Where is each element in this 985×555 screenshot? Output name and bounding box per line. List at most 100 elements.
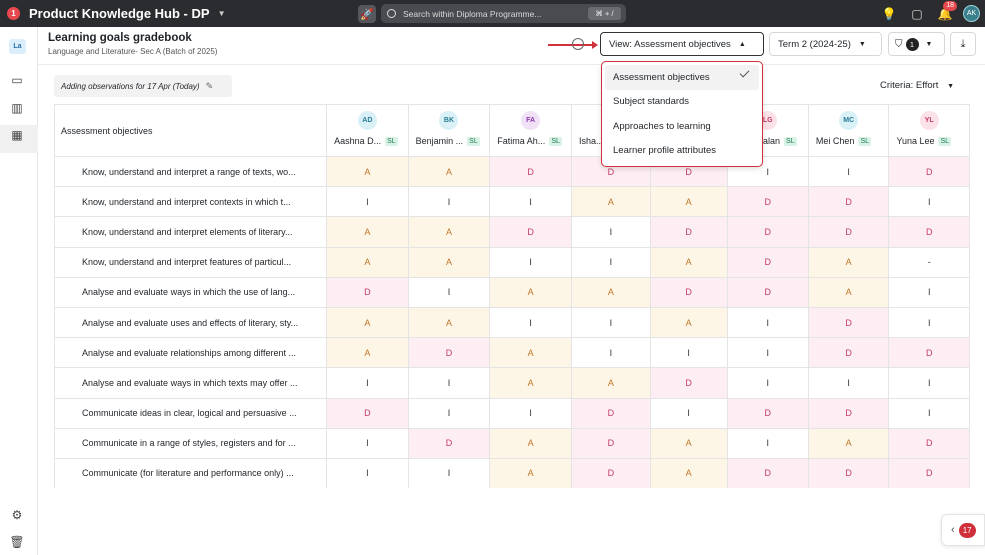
student-column-header[interactable]: AD Aashna D... SL bbox=[326, 104, 409, 157]
grade-cell[interactable]: I bbox=[489, 397, 572, 429]
grade-cell[interactable]: D bbox=[726, 276, 809, 308]
grade-cell[interactable]: I bbox=[888, 186, 970, 218]
grade-cell[interactable]: I bbox=[888, 276, 970, 308]
download-button[interactable]: ⤓ bbox=[950, 32, 976, 56]
lightbulb-icon[interactable]: 💡 bbox=[877, 0, 901, 27]
grade-cell[interactable]: I bbox=[726, 306, 809, 339]
grade-cell[interactable]: I bbox=[326, 367, 409, 399]
grade-cell[interactable]: D bbox=[807, 397, 890, 429]
grade-cell[interactable]: D bbox=[807, 337, 890, 369]
grade-cell[interactable]: D bbox=[888, 457, 970, 488]
grade-cell[interactable]: A bbox=[326, 155, 409, 188]
grade-cell[interactable]: I bbox=[570, 246, 651, 278]
avatar[interactable]: AK bbox=[963, 5, 980, 22]
view-dropdown-button[interactable]: View: Assessment objectives ▲ bbox=[600, 32, 764, 56]
grade-cell[interactable]: I bbox=[807, 367, 890, 399]
calendar-icon[interactable]: ▢ bbox=[905, 0, 929, 27]
grade-cell[interactable]: D bbox=[807, 186, 890, 218]
grade-cell[interactable]: A bbox=[807, 276, 890, 308]
grade-cell[interactable]: D bbox=[888, 216, 970, 248]
grade-cell[interactable]: D bbox=[888, 337, 970, 369]
gradebook-icon[interactable]: ▦ bbox=[9, 127, 25, 143]
grade-cell[interactable]: A bbox=[326, 216, 409, 248]
student-column-header[interactable]: MC Mei Chen SL bbox=[807, 104, 890, 157]
grade-cell[interactable]: A bbox=[407, 155, 491, 188]
view-menu-item[interactable]: Assessment objectives bbox=[605, 65, 759, 90]
grade-cell[interactable]: I bbox=[326, 457, 409, 488]
sidebar-class-badge[interactable]: La bbox=[9, 39, 26, 54]
grade-cell[interactable]: I bbox=[407, 457, 491, 488]
grade-cell[interactable]: A bbox=[649, 457, 728, 488]
grade-cell[interactable]: D bbox=[649, 367, 728, 399]
grade-cell[interactable]: I bbox=[407, 367, 491, 399]
grade-cell[interactable]: A bbox=[326, 306, 409, 339]
grade-cell[interactable]: D bbox=[407, 427, 491, 459]
grade-cell[interactable]: D bbox=[326, 397, 409, 429]
grade-cell[interactable]: D bbox=[807, 457, 890, 488]
grade-cell[interactable]: I bbox=[489, 186, 572, 218]
chevron-down-icon[interactable]: ▼ bbox=[218, 9, 226, 18]
grade-cell[interactable]: I bbox=[888, 306, 970, 339]
grade-cell[interactable]: A bbox=[570, 186, 651, 218]
grade-cell[interactable]: I bbox=[570, 306, 651, 339]
grade-cell[interactable]: D bbox=[489, 155, 572, 188]
grade-cell[interactable]: D bbox=[726, 397, 809, 429]
gear-icon[interactable]: ⚙ bbox=[9, 507, 25, 523]
term-dropdown-button[interactable]: Term 2 (2024-25) ▼ bbox=[769, 32, 882, 56]
grade-cell[interactable]: D bbox=[326, 276, 409, 308]
grade-cell[interactable]: I bbox=[407, 397, 491, 429]
grade-cell[interactable]: D bbox=[570, 457, 651, 488]
grade-cell[interactable]: A bbox=[570, 276, 651, 308]
criteria-dropdown[interactable]: Criteria: Effort ▼ bbox=[880, 80, 954, 91]
grade-cell[interactable]: A bbox=[407, 246, 491, 278]
app-logo[interactable]: 1 bbox=[7, 7, 20, 20]
grade-cell[interactable]: A bbox=[326, 246, 409, 278]
collapse-panel-button[interactable]: ‹ 17 bbox=[941, 514, 985, 546]
grade-cell[interactable]: I bbox=[489, 246, 572, 278]
grade-cell[interactable]: D bbox=[726, 246, 809, 278]
grade-cell[interactable]: D bbox=[489, 216, 572, 248]
observation-chip[interactable]: Adding observations for 17 Apr (Today) ✎ bbox=[54, 75, 232, 97]
grade-cell[interactable]: I bbox=[570, 337, 651, 369]
grade-cell[interactable]: A bbox=[649, 186, 728, 218]
grade-cell[interactable]: I bbox=[726, 367, 809, 399]
student-column-header[interactable]: BK Benjamin ... SL bbox=[407, 104, 491, 157]
grade-cell[interactable]: A bbox=[649, 427, 728, 459]
student-column-header[interactable]: FA Fatima Ah... SL bbox=[489, 104, 572, 157]
grade-cell[interactable]: A bbox=[489, 457, 572, 488]
grade-cell[interactable]: D bbox=[570, 427, 651, 459]
grade-cell[interactable]: A bbox=[489, 276, 572, 308]
grade-cell[interactable]: A bbox=[489, 337, 572, 369]
grade-cell[interactable]: A bbox=[570, 367, 651, 399]
grade-cell[interactable]: D bbox=[726, 186, 809, 218]
grade-cell[interactable]: I bbox=[649, 397, 728, 429]
grade-cell[interactable]: A bbox=[326, 337, 409, 369]
grade-cell[interactable]: A bbox=[407, 216, 491, 248]
view-menu-item[interactable]: Approaches to learning bbox=[605, 114, 759, 139]
grade-cell[interactable]: I bbox=[807, 155, 890, 188]
grade-cell[interactable]: D bbox=[807, 306, 890, 339]
grade-cell[interactable]: A bbox=[407, 306, 491, 339]
trash-icon[interactable]: 🗑 bbox=[9, 534, 25, 550]
grade-cell[interactable]: A bbox=[649, 246, 728, 278]
grade-cell[interactable]: A bbox=[489, 367, 572, 399]
grade-cell[interactable]: D bbox=[726, 457, 809, 488]
search-icon[interactable] bbox=[572, 38, 584, 50]
rocket-icon[interactable]: 🚀 bbox=[358, 5, 376, 23]
pencil-icon[interactable]: ✎ bbox=[206, 81, 214, 92]
grade-cell[interactable]: I bbox=[326, 186, 409, 218]
grade-cell[interactable]: I bbox=[489, 306, 572, 339]
grade-cell[interactable]: D bbox=[726, 216, 809, 248]
grade-cell[interactable]: I bbox=[726, 337, 809, 369]
grade-cell[interactable]: D bbox=[888, 155, 970, 188]
grade-cell[interactable]: I bbox=[407, 186, 491, 218]
search-input[interactable]: Search within Diploma Programme... ⌘ + / bbox=[381, 4, 626, 23]
chat-icon[interactable]: ▭ bbox=[9, 72, 25, 88]
filter-button[interactable]: ⛉ 1 ▼ bbox=[888, 32, 945, 56]
grade-cell[interactable]: I bbox=[888, 367, 970, 399]
view-menu-item[interactable]: Learner profile attributes bbox=[605, 139, 759, 164]
grade-cell[interactable]: D bbox=[407, 337, 491, 369]
grade-cell[interactable]: D bbox=[807, 216, 890, 248]
grade-cell[interactable]: A bbox=[807, 427, 890, 459]
grade-cell[interactable]: A bbox=[649, 306, 728, 339]
